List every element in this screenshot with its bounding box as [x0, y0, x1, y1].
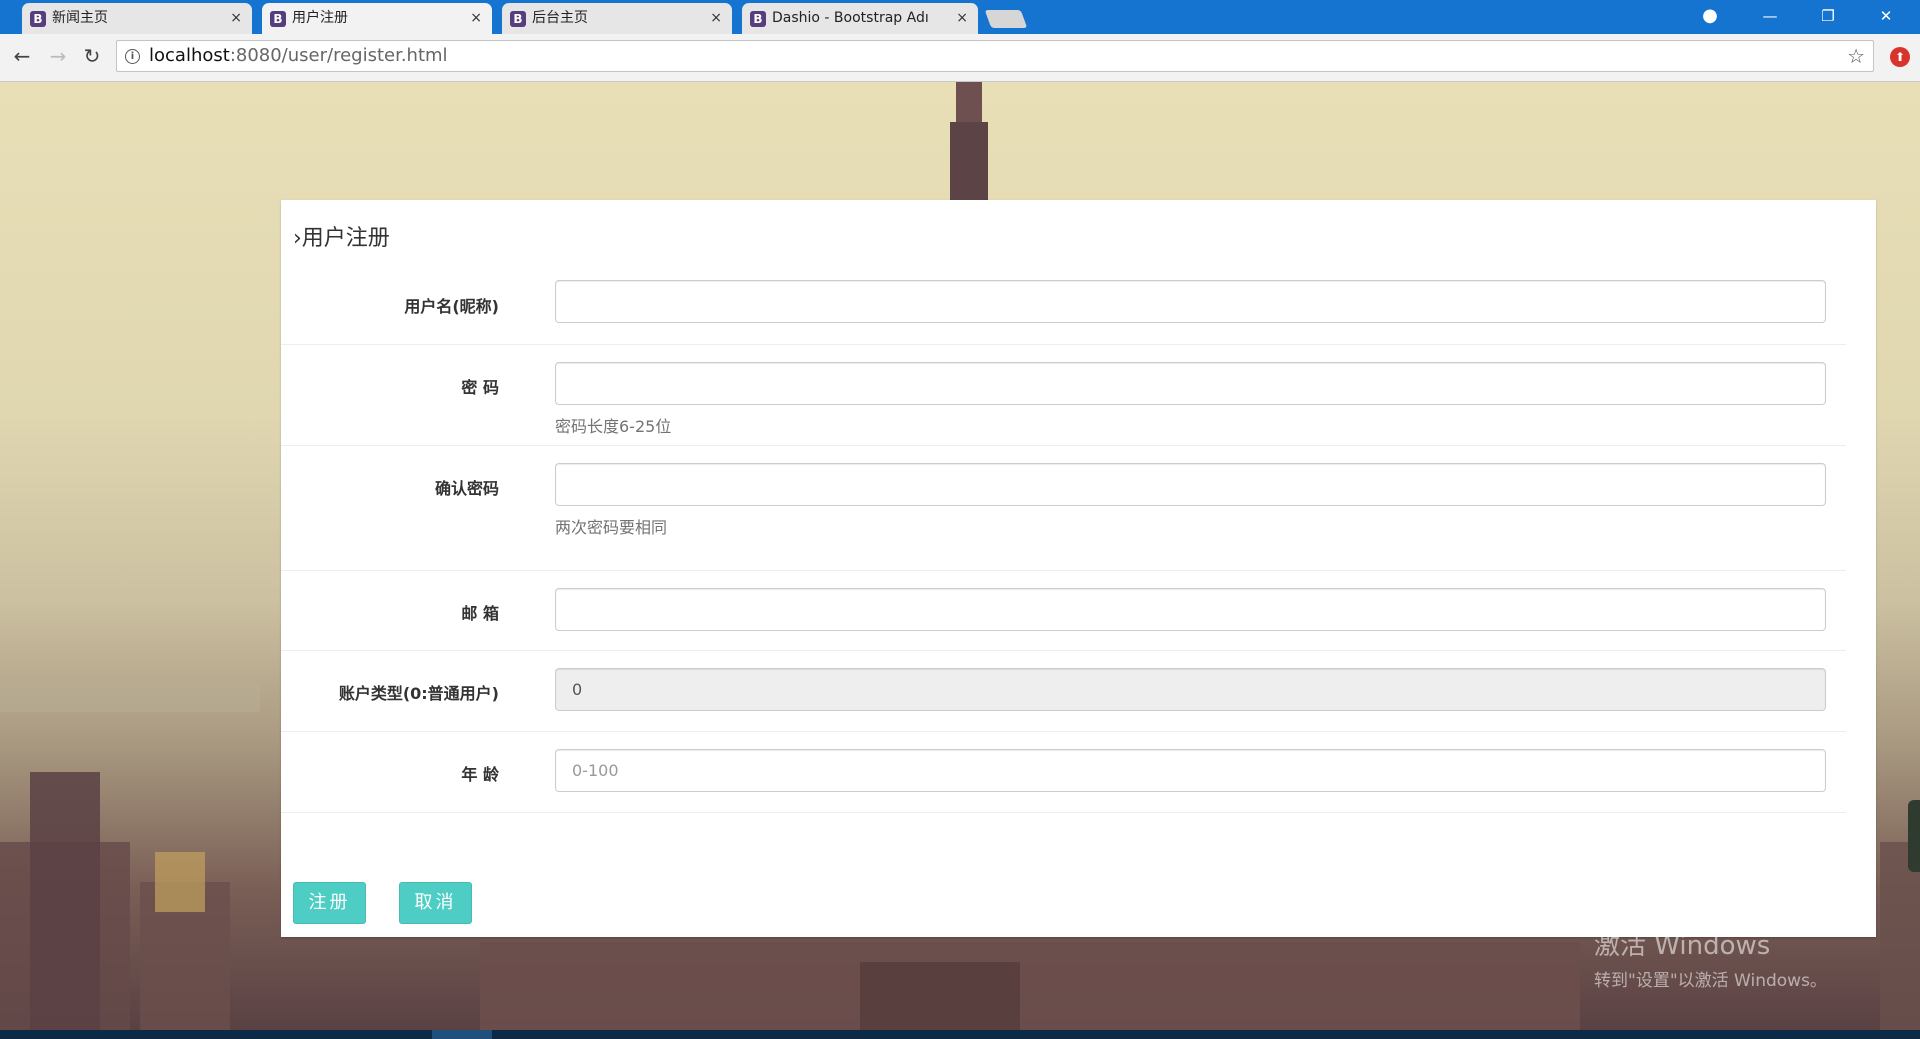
taskbar-active-app[interactable]	[432, 1030, 492, 1039]
tab-dashio[interactable]: B Dashio - Bootstrap Adı ×	[742, 3, 978, 34]
url-path: :8080/user/register.html	[229, 45, 448, 66]
windows-taskbar	[0, 1030, 1920, 1039]
form-row-age: 年 龄	[281, 732, 1846, 813]
minimize-button[interactable]: —	[1742, 0, 1798, 34]
profile-icon[interactable]: ●	[1682, 0, 1738, 34]
panel-title: ›用户注册	[293, 226, 390, 251]
password-label: 密 码	[461, 378, 499, 397]
restore-button[interactable]: ❐	[1800, 0, 1856, 34]
back-arrow-icon[interactable]: ←	[8, 42, 36, 70]
bootstrap-favicon-icon: B	[270, 11, 286, 27]
side-scroll-handle[interactable]	[1908, 800, 1920, 872]
tab-close-icon[interactable]: ×	[956, 3, 968, 34]
address-bar[interactable]: i localhost:8080/user/register.html ☆	[116, 40, 1874, 72]
username-label: 用户名(昵称)	[404, 297, 499, 316]
url-text[interactable]: localhost:8080/user/register.html	[149, 41, 448, 71]
tab-close-icon[interactable]: ×	[710, 3, 722, 34]
email-input[interactable]	[555, 588, 1826, 631]
confirm-password-label: 确认密码	[434, 479, 499, 498]
form-row-account-type: 账户类型(0:普通用户)	[281, 651, 1846, 732]
watermark-line2: 转到"设置"以激活 Windows。	[1594, 971, 1827, 991]
url-host: localhost	[149, 45, 230, 66]
password-help-text: 密码长度6-25位	[555, 417, 672, 436]
password-input[interactable]	[555, 362, 1826, 405]
tab-close-icon[interactable]: ×	[230, 3, 242, 34]
username-input[interactable]	[555, 280, 1826, 323]
info-icon[interactable]: i	[125, 49, 140, 64]
forward-arrow-icon[interactable]: →	[44, 42, 72, 70]
confirm-password-input[interactable]	[555, 463, 1826, 506]
account-type-input	[555, 668, 1826, 711]
tab-admin-home[interactable]: B 后台主页 ×	[502, 3, 732, 34]
browser-tab-bar: B 新闻主页 × B 用户注册 × B 后台主页 × B Dashio - Bo…	[0, 0, 1920, 34]
confirm-password-help-text: 两次密码要相同	[555, 518, 668, 537]
browser-toolbar: ← → ↻ i localhost:8080/user/register.htm…	[0, 34, 1920, 82]
form-row-email: 邮 箱	[281, 571, 1846, 651]
tab-news-home[interactable]: B 新闻主页 ×	[22, 3, 252, 34]
bookmark-star-icon[interactable]: ☆	[1847, 43, 1865, 69]
watermark-line1: 激活 Windows	[1594, 931, 1771, 961]
tab-user-register[interactable]: B 用户注册 ×	[262, 3, 492, 34]
form-row-username: 用户名(昵称)	[281, 280, 1846, 345]
tab-title: Dashio - Bootstrap Adı	[772, 10, 929, 26]
age-label: 年 龄	[461, 765, 499, 784]
tab-title: 用户注册	[292, 10, 348, 26]
bootstrap-favicon-icon: B	[510, 11, 526, 27]
email-label: 邮 箱	[461, 604, 499, 623]
bootstrap-favicon-icon: B	[30, 11, 46, 27]
new-tab-button[interactable]	[984, 10, 1028, 28]
close-window-button[interactable]: ✕	[1858, 0, 1914, 34]
age-input[interactable]	[555, 749, 1826, 792]
tab-title: 新闻主页	[52, 10, 108, 26]
cancel-button[interactable]: 取消	[399, 882, 472, 924]
tab-close-icon[interactable]: ×	[470, 3, 482, 34]
tab-title: 后台主页	[532, 10, 588, 26]
windows-activation-watermark: 激活 Windows 转到"设置"以激活 Windows。	[1594, 925, 1827, 991]
register-button[interactable]: 注册	[293, 882, 366, 924]
bootstrap-favicon-icon: B	[750, 11, 766, 27]
account-type-label: 账户类型(0:普通用户)	[338, 684, 499, 703]
extension-icon[interactable]: ⬆	[1890, 47, 1910, 67]
register-panel: ›用户注册 用户名(昵称) 密 码 密码长度6-25位 确认密码 两次密码要相同…	[281, 200, 1876, 937]
form-row-confirm-password: 确认密码 两次密码要相同	[281, 446, 1846, 571]
reload-icon[interactable]: ↻	[78, 42, 106, 70]
form-row-password: 密 码 密码长度6-25位	[281, 345, 1846, 446]
